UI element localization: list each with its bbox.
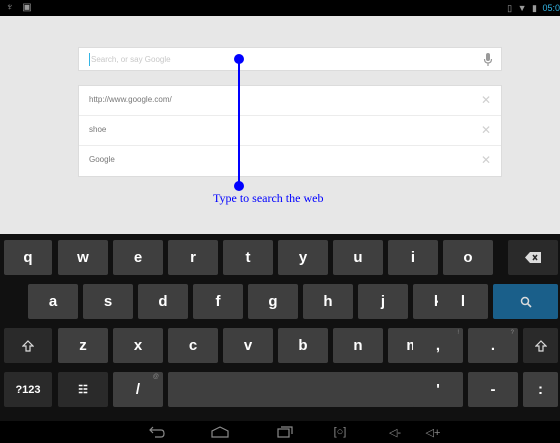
key-s[interactable]: s [83,284,133,319]
browser-content: http://www.google.com/ ✕ shoe ✕ Google ✕… [0,16,560,234]
sim-icon: ▯ [507,3,513,13]
wifi-icon: ▼ [517,3,527,13]
settings-icon: ☷ [78,384,88,396]
key-g[interactable]: g [248,284,298,319]
shift-icon [22,339,34,352]
symbols-key[interactable]: ?123 [4,372,52,407]
suggestion-text: shoe [89,125,107,134]
space-key[interactable] [168,372,418,407]
key-o[interactable]: o [443,240,493,275]
image-notification-icon: ▣ [22,2,32,13]
mic-icon[interactable] [483,53,493,67]
key-t[interactable]: t [223,240,273,275]
key-slash[interactable]: / @ [113,372,163,407]
key-q[interactable]: q [4,240,52,275]
callout-label: Type to search the web [213,191,324,205]
key-r[interactable]: r [168,240,218,275]
recent-apps-button[interactable] [270,423,300,441]
key-l[interactable]: l [438,284,488,319]
callout-dot [234,181,244,191]
screenshot-button[interactable]: [○] [325,423,355,441]
key-period-hint: ? [510,330,514,336]
key-colon[interactable]: : [523,372,558,407]
key-comma[interactable]: , ! [413,328,463,363]
key-x[interactable]: x [113,328,163,363]
callout-line [238,58,240,185]
shift-icon [534,339,547,352]
back-icon [149,426,165,438]
on-screen-keyboard: q w e r t y u i o a s d f g h j k l z x … [0,234,560,421]
recent-apps-icon [277,426,293,438]
key-b[interactable]: b [278,328,328,363]
screenshot-icon: [○] [333,426,347,438]
volume-up-icon: ◁+ [425,426,441,439]
key-y[interactable]: y [278,240,328,275]
back-button[interactable] [142,423,172,441]
key-slash-hint: @ [152,374,159,380]
suggestion-text: http://www.google.com/ [89,95,172,104]
suggestion-text: Google [89,155,115,164]
suggestion-list: http://www.google.com/ ✕ shoe ✕ Google ✕ [78,85,502,177]
suggestion-item[interactable]: shoe ✕ [79,116,501,146]
key-period[interactable]: . ? [468,328,518,363]
remove-icon[interactable]: ✕ [481,154,491,166]
shift-key-left[interactable] [4,328,52,363]
key-n[interactable]: n [333,328,383,363]
backspace-icon [525,252,541,263]
status-bar: ♆ ▣ ▯ ▼ ▮ 05:0 [0,0,560,16]
search-input[interactable] [91,48,471,70]
key-z[interactable]: z [58,328,108,363]
key-i[interactable]: i [388,240,438,275]
volume-down-icon: ◁- [388,426,402,439]
backspace-key[interactable] [508,240,558,275]
key-e[interactable]: e [113,240,163,275]
search-icon [520,296,532,308]
text-cursor [89,53,90,66]
key-d[interactable]: d [138,284,188,319]
navigation-bar: [○] ◁- ◁+ [0,421,560,443]
suggestion-item[interactable]: http://www.google.com/ ✕ [79,86,501,116]
key-w[interactable]: w [58,240,108,275]
key-c[interactable]: c [168,328,218,363]
settings-key[interactable]: ☷ [58,372,108,407]
volume-down-button[interactable]: ◁- [380,423,410,441]
callout-dot [234,54,244,64]
suggestion-item[interactable]: Google ✕ [79,146,501,176]
clock: 05:0 [542,3,560,13]
volume-up-button[interactable]: ◁+ [418,423,448,441]
key-comma-hint: ! [457,330,459,336]
key-v[interactable]: v [223,328,273,363]
battery-icon: ▮ [532,3,537,13]
key-dash[interactable]: - [468,372,518,407]
home-button[interactable] [205,423,235,441]
shift-key-right[interactable] [523,328,558,363]
key-slash-label: / [135,381,141,398]
key-a[interactable]: a [28,284,78,319]
remove-icon[interactable]: ✕ [481,94,491,106]
key-j[interactable]: j [358,284,408,319]
usb-icon: ♆ [6,2,14,13]
key-u[interactable]: u [333,240,383,275]
search-key[interactable] [493,284,558,319]
key-h[interactable]: h [303,284,353,319]
key-apostrophe[interactable]: ' [413,372,463,407]
remove-icon[interactable]: ✕ [481,124,491,136]
search-box[interactable] [78,47,502,71]
key-period-label: . [490,337,496,354]
home-icon [211,426,229,438]
key-comma-label: , [435,337,441,354]
key-f[interactable]: f [193,284,243,319]
